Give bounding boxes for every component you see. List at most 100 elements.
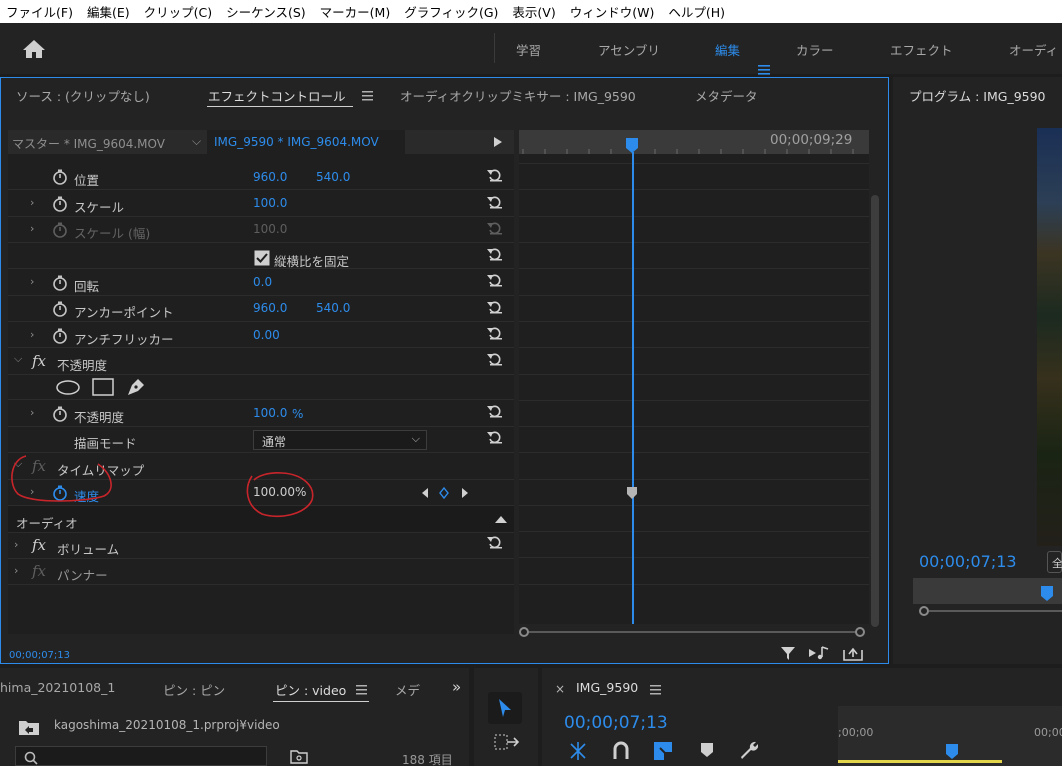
ec-vertical-scrollbar[interactable] xyxy=(871,195,879,627)
reset-icon[interactable] xyxy=(487,326,503,340)
home-icon[interactable] xyxy=(22,39,46,59)
ec-horizontal-scrollbar[interactable] xyxy=(519,627,869,637)
export-frame-icon[interactable] xyxy=(843,644,863,661)
panel-menu-icon[interactable] xyxy=(356,685,367,695)
magnet-snap-icon[interactable] xyxy=(612,741,630,761)
program-video-frame[interactable] xyxy=(1037,128,1062,546)
menu-item[interactable]: グラフィック(G) xyxy=(404,2,498,21)
track-select-icon[interactable] xyxy=(494,733,520,751)
program-timecode[interactable]: 00;00;07;13 xyxy=(919,552,1017,571)
tab-project[interactable]: hima_20210108_1 xyxy=(0,680,115,695)
reset-icon[interactable] xyxy=(487,535,503,549)
more-tabs-icon[interactable]: » xyxy=(452,678,461,696)
chevron-right-icon[interactable]: › xyxy=(14,564,18,577)
close-icon[interactable]: × xyxy=(555,682,565,696)
linked-selection-icon[interactable] xyxy=(652,740,674,762)
workspace-menu-icon[interactable] xyxy=(758,65,770,75)
menu-item[interactable]: 編集(E) xyxy=(87,2,130,21)
pen-mask-icon[interactable] xyxy=(126,377,146,397)
tab-metadata[interactable]: メタデータ xyxy=(695,86,758,105)
workspace-editing[interactable]: 編集 xyxy=(715,40,740,59)
filter-icon[interactable] xyxy=(780,645,796,661)
menu-item[interactable]: ヘルプ(H) xyxy=(668,2,725,21)
workspace-audio[interactable]: オーディ xyxy=(1009,40,1058,59)
fit-dropdown[interactable]: 全 xyxy=(1047,551,1062,573)
rectangle-mask-icon[interactable] xyxy=(92,378,114,396)
uniform-scale-checkbox[interactable] xyxy=(254,250,270,266)
stopwatch-icon[interactable] xyxy=(52,169,68,185)
anchor-x-value[interactable]: 960.0 xyxy=(253,301,287,315)
stopwatch-icon[interactable] xyxy=(52,275,68,291)
stopwatch-icon[interactable] xyxy=(52,301,68,317)
workspace-color[interactable]: カラー xyxy=(796,40,834,59)
menu-item[interactable]: ウィンドウ(W) xyxy=(570,2,655,21)
chevron-right-icon[interactable]: › xyxy=(30,328,34,341)
add-marker-icon[interactable] xyxy=(700,742,714,758)
tab-source[interactable]: ソース : (クリップなし) xyxy=(16,86,150,105)
opacity-value[interactable]: 100.0 xyxy=(253,406,287,420)
work-area-bar[interactable] xyxy=(838,760,1002,763)
fx-icon[interactable]: fx xyxy=(32,352,46,370)
position-x-value[interactable]: 960.0 xyxy=(253,170,287,184)
chevron-right-icon[interactable]: › xyxy=(30,196,34,209)
blend-mode-dropdown[interactable]: 通常 ⌵ xyxy=(253,430,427,450)
settings-wrench-icon[interactable] xyxy=(738,740,758,760)
stopwatch-icon[interactable] xyxy=(52,328,68,344)
ec-timecode[interactable]: 00;00;07;13 xyxy=(9,650,70,661)
parent-folder-icon[interactable] xyxy=(18,718,40,736)
tab-effect-controls[interactable]: エフェクトコントロール xyxy=(208,86,346,105)
keyframe-navigator[interactable] xyxy=(420,486,470,500)
program-scrollbar[interactable] xyxy=(913,604,1062,618)
snap-insert-icon[interactable] xyxy=(568,741,588,761)
reset-icon[interactable] xyxy=(487,168,503,182)
speed-keyframe-icon[interactable] xyxy=(627,487,637,499)
reset-icon[interactable] xyxy=(487,247,503,261)
stopwatch-icon[interactable] xyxy=(52,406,68,422)
master-clip-label[interactable]: マスター * IMG_9604.MOV xyxy=(12,135,165,152)
scale-value[interactable]: 100.0 xyxy=(253,196,287,210)
anti-flicker-value[interactable]: 0.00 xyxy=(253,328,280,342)
reset-icon[interactable] xyxy=(487,352,503,366)
tab-program[interactable]: プログラム : IMG_9590 xyxy=(909,86,1046,105)
chevron-down-icon[interactable]: ⌵ xyxy=(192,134,201,149)
panel-menu-icon[interactable] xyxy=(362,91,373,101)
tab-audio-clip-mixer[interactable]: オーディオクリップミキサー : IMG_9590 xyxy=(400,86,636,105)
chevron-right-icon[interactable]: › xyxy=(30,275,34,288)
chevron-right-icon[interactable]: › xyxy=(30,222,34,235)
sequence-timecode[interactable]: 00;00;07;13 xyxy=(564,713,668,733)
workspace-effects[interactable]: エフェクト xyxy=(890,40,953,59)
workspace-assembly[interactable]: アセンブリ xyxy=(598,40,660,59)
program-playhead[interactable] xyxy=(1040,586,1054,602)
menu-item[interactable]: シーケンス(S) xyxy=(226,2,306,21)
sequence-playhead[interactable] xyxy=(945,744,959,760)
menu-item[interactable]: マーカー(M) xyxy=(320,2,391,21)
ec-keyframe-area[interactable] xyxy=(519,154,869,624)
reset-icon[interactable] xyxy=(487,430,503,444)
selection-tool[interactable] xyxy=(488,692,522,724)
menu-item[interactable]: クリップ(C) xyxy=(144,2,212,21)
menu-item[interactable]: 表示(V) xyxy=(512,2,555,21)
anchor-y-value[interactable]: 540.0 xyxy=(316,301,350,315)
ellipse-mask-icon[interactable] xyxy=(56,380,80,395)
workspace-learning[interactable]: 学習 xyxy=(516,40,541,59)
reset-icon[interactable] xyxy=(487,404,503,418)
stopwatch-icon[interactable] xyxy=(52,196,68,212)
play-arrow-icon[interactable] xyxy=(494,137,502,147)
tab-sequence[interactable]: IMG_9590 xyxy=(576,680,638,695)
chevron-right-icon[interactable]: › xyxy=(14,538,18,551)
reset-icon[interactable] xyxy=(487,195,503,209)
tab-media[interactable]: メデ xyxy=(395,680,420,699)
position-y-value[interactable]: 540.0 xyxy=(316,170,350,184)
project-search-input[interactable] xyxy=(15,746,267,766)
menu-item[interactable]: ファイル(F) xyxy=(6,2,73,21)
panel-menu-icon[interactable] xyxy=(650,685,661,695)
rotation-value[interactable]: 0.0 xyxy=(253,275,272,289)
find-folder-icon[interactable] xyxy=(290,749,308,764)
reset-icon[interactable] xyxy=(487,300,503,314)
chevron-down-icon[interactable]: ⌵ xyxy=(14,352,22,366)
collapse-arrow-icon[interactable] xyxy=(495,515,507,523)
reset-icon[interactable] xyxy=(487,273,503,287)
fx-icon[interactable]: fx xyxy=(32,536,46,554)
tab-bin[interactable]: ピン : ピン xyxy=(163,680,225,699)
chevron-right-icon[interactable]: › xyxy=(30,406,34,419)
